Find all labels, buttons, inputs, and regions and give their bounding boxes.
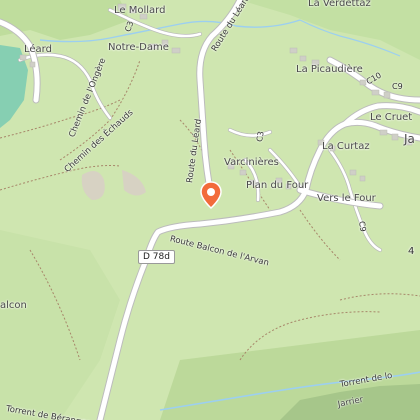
route-shield-c3-mid: C3 — [254, 130, 266, 143]
map-base — [0, 0, 420, 420]
place-label-le-mollard: Le Mollard — [114, 5, 166, 16]
place-label-balcon: alcon — [0, 300, 27, 311]
place-label-le-cruet: Le Cruet — [370, 112, 413, 123]
route-shield-c9-mid: C9 — [356, 220, 368, 233]
map-canvas[interactable]: Le Mollard La Verdettaz Léard Notre-Dame… — [0, 0, 420, 420]
route-shield-d78d: D 78d — [138, 250, 175, 264]
map-pin-marker[interactable] — [200, 181, 222, 209]
route-shield-c9-top: C9 — [392, 82, 403, 91]
place-label-la-picaudiere: La Picaudière — [296, 64, 363, 75]
place-label-la-curtaz: La Curtaz — [322, 141, 370, 152]
place-label-varcinieres: Varcinières — [224, 157, 279, 168]
place-label-vers-le-four: Vers le Four — [317, 193, 376, 204]
map-pin-icon — [200, 181, 222, 209]
place-label-la-verdettaz: La Verdettaz — [308, 0, 371, 9]
place-label-notre-dame: Notre-Dame — [108, 42, 169, 53]
place-label-plan-du-four: Plan du Four — [246, 180, 309, 191]
place-label-jarrier-partial: Ja — [404, 132, 415, 146]
place-label-leard: Léard — [24, 44, 52, 55]
route-shield-edge-4: 4 — [408, 246, 415, 257]
